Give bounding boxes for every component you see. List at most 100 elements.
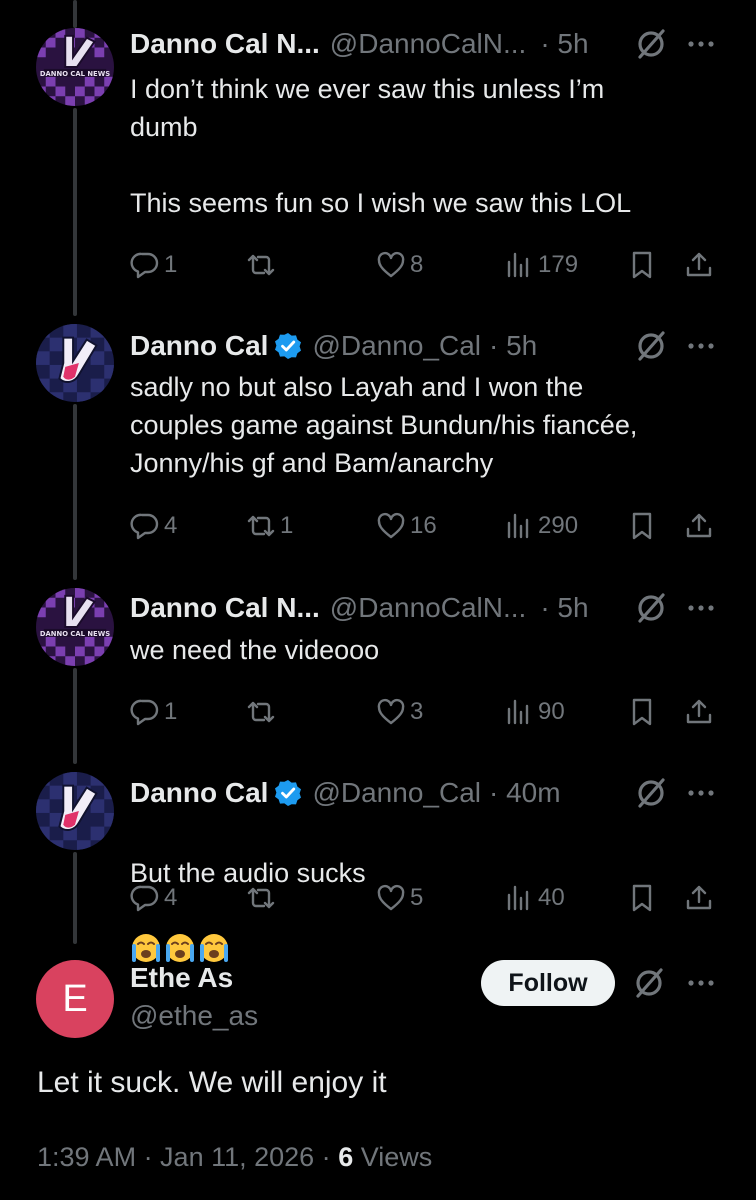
- author-handle[interactable]: @Danno_Cal: [312, 330, 481, 362]
- post-time[interactable]: · 5h: [540, 28, 588, 60]
- reply-button[interactable]: 4: [130, 506, 177, 546]
- like-icon: [377, 884, 405, 911]
- crying-emoji: [166, 934, 194, 962]
- views-label: Views: [353, 1142, 433, 1172]
- bookmark-button[interactable]: [627, 692, 657, 732]
- thread-line: [73, 404, 77, 580]
- author-name[interactable]: Danno Cal: [130, 330, 268, 362]
- bookmark-button[interactable]: [627, 506, 657, 546]
- crying-emoji: [132, 934, 160, 962]
- views-button[interactable]: 290: [504, 506, 578, 546]
- repost-count: 1: [280, 512, 294, 539]
- avatar[interactable]: [36, 324, 114, 402]
- share-button[interactable]: [684, 878, 714, 918]
- views-button[interactable]: 90: [504, 692, 565, 732]
- thread-line: [73, 108, 77, 316]
- crying-emoji: [200, 934, 228, 962]
- like-count: 3: [410, 698, 424, 725]
- repost-button[interactable]: [246, 245, 280, 285]
- more-icon[interactable]: [686, 329, 716, 363]
- post-time[interactable]: · 40m: [489, 777, 561, 809]
- share-icon: [686, 513, 712, 538]
- avatar-letter: E: [62, 977, 88, 1020]
- author-handle[interactable]: @DannoCalN...: [330, 28, 527, 60]
- author-name[interactable]: Danno Cal N...: [130, 592, 320, 624]
- post-time[interactable]: · 5h: [540, 592, 588, 624]
- verified-icon: [275, 333, 302, 359]
- author-handle[interactable]: @DannoCalN...: [330, 592, 527, 624]
- views-icon: [507, 699, 529, 725]
- post-header: Danno Cal N... @DannoCalN... · 5h: [130, 24, 716, 64]
- like-button[interactable]: 16: [376, 506, 437, 546]
- repost-button[interactable]: 1: [246, 506, 293, 546]
- avatar[interactable]: [36, 772, 114, 850]
- post-timestamp[interactable]: 1:39 AM · Jan 11, 2026 ·: [37, 1142, 338, 1172]
- author-handle[interactable]: @ethe_as: [130, 1000, 258, 1032]
- like-button[interactable]: 5: [376, 878, 423, 918]
- reply-icon: [130, 513, 159, 540]
- views-count: 40: [538, 884, 565, 911]
- thread-view: DANNO CAL NEWS Danno Cal N... @DannoCalN…: [0, 0, 756, 1200]
- share-icon: [686, 885, 712, 910]
- share-button[interactable]: [684, 506, 714, 546]
- like-button[interactable]: 3: [376, 692, 423, 732]
- follow-button[interactable]: Follow: [481, 960, 615, 1006]
- views-button[interactable]: 179: [504, 245, 578, 285]
- reply-count: 4: [164, 884, 178, 911]
- bookmark-icon: [632, 512, 652, 540]
- repost-icon: [247, 254, 275, 276]
- like-button[interactable]: 8: [376, 245, 423, 285]
- bookmark-button[interactable]: [627, 245, 657, 285]
- reply-button[interactable]: 1: [130, 692, 177, 732]
- views-count: 290: [538, 512, 579, 539]
- reply-count: 1: [164, 698, 178, 725]
- post-meta: 1:39 AM · Jan 11, 2026 · 6 Views: [37, 1142, 432, 1173]
- more-icon[interactable]: [686, 27, 716, 61]
- author-name[interactable]: Ethe As: [130, 962, 233, 994]
- repost-icon: [247, 887, 275, 909]
- views-count: 6: [338, 1142, 354, 1172]
- repost-button[interactable]: [246, 878, 280, 918]
- action-bar: 4 5 40: [130, 878, 720, 918]
- post-header: Danno Cal @Danno_Cal · 40m: [130, 773, 716, 813]
- more-icon[interactable]: [686, 776, 716, 810]
- share-icon: [686, 699, 712, 724]
- repost-icon: [247, 515, 275, 537]
- bookmark-icon: [632, 884, 652, 912]
- like-icon: [377, 512, 405, 539]
- author-handle[interactable]: @Danno_Cal: [312, 777, 481, 809]
- action-bar: 4 1 16 290: [130, 506, 720, 546]
- reply-count: 1: [164, 251, 178, 278]
- reply-icon: [130, 885, 159, 912]
- avatar[interactable]: DANNO CAL NEWS: [36, 28, 114, 106]
- author-name[interactable]: Danno Cal: [130, 777, 268, 809]
- post-text: I don’t think we ever saw this unless I’…: [130, 74, 632, 218]
- avatar[interactable]: E: [36, 960, 114, 1038]
- thread-line: [73, 0, 77, 28]
- post-time[interactable]: · 5h: [489, 330, 537, 362]
- share-button[interactable]: [684, 692, 714, 732]
- bookmark-button[interactable]: [627, 878, 657, 918]
- avatar[interactable]: DANNO CAL NEWS: [36, 588, 114, 666]
- views-count: 179: [538, 251, 579, 278]
- like-count: 5: [410, 884, 424, 911]
- grok-icon[interactable]: [634, 329, 668, 363]
- grok-icon[interactable]: [634, 591, 668, 625]
- reply-button[interactable]: 4: [130, 878, 177, 918]
- grok-icon[interactable]: [632, 966, 666, 1000]
- repost-icon: [247, 701, 275, 723]
- verified-icon: [275, 780, 302, 806]
- views-icon: [507, 252, 529, 278]
- author-name[interactable]: Danno Cal N...: [130, 28, 320, 60]
- repost-button[interactable]: [246, 692, 280, 732]
- share-button[interactable]: [684, 245, 714, 285]
- like-count: 8: [410, 251, 424, 278]
- more-icon[interactable]: [686, 591, 716, 625]
- grok-icon[interactable]: [634, 776, 668, 810]
- action-bar: 1 8 179: [130, 245, 720, 285]
- views-button[interactable]: 40: [504, 878, 565, 918]
- grok-icon[interactable]: [634, 27, 668, 61]
- more-icon[interactable]: [686, 966, 716, 1000]
- like-icon: [377, 251, 405, 278]
- reply-button[interactable]: 1: [130, 245, 177, 285]
